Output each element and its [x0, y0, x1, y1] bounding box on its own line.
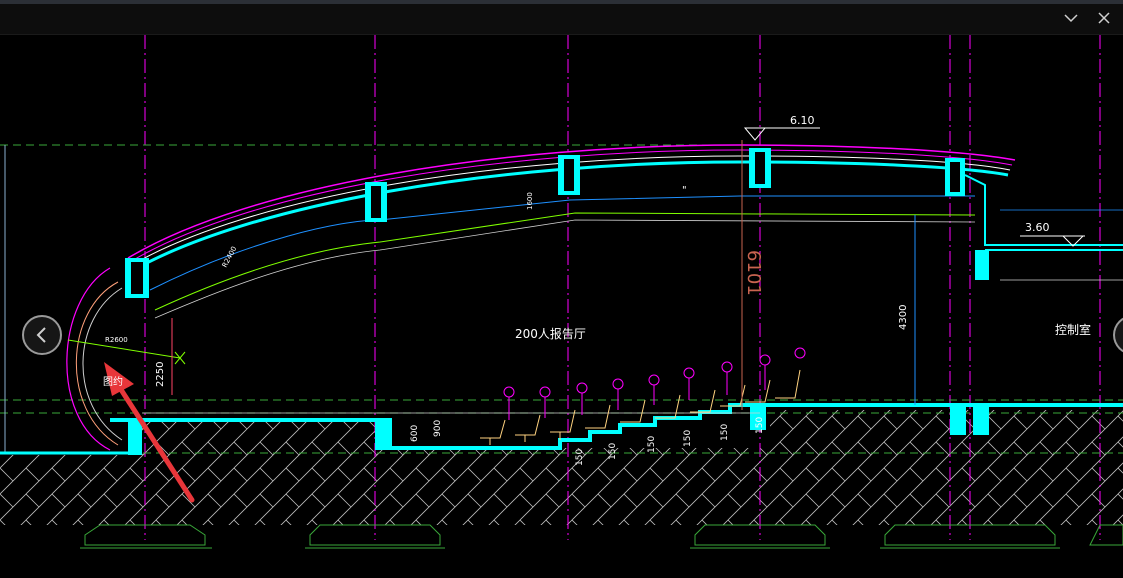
window-title-bar: [0, 0, 1123, 35]
control-room-label: 控制室: [1055, 322, 1091, 337]
elevation-right-label: 3.60: [1025, 221, 1050, 234]
dim-2250-label: 2250: [155, 362, 166, 387]
quote-mark: ": [682, 185, 687, 196]
dim-6101-label: 6101: [743, 250, 764, 296]
elevation-marker-top: [743, 127, 820, 141]
elevation-top-label: 6.10: [790, 114, 815, 127]
step-dim-6: 150: [755, 417, 765, 434]
step-dim-3: 150: [647, 436, 657, 453]
small-label-1: 图约: [103, 375, 123, 388]
left-frame: [4, 145, 110, 453]
dim-roof-1-label: 1600: [526, 192, 534, 210]
dim-r2600-label: R2600: [105, 336, 128, 344]
dim-600-label: 600: [410, 425, 420, 442]
dim-4300-label: 4300: [898, 305, 909, 330]
close-icon[interactable]: [1093, 8, 1115, 28]
title-strip: [0, 0, 1123, 4]
step-dim-1: 150: [575, 449, 585, 466]
step-dim-4: 150: [683, 430, 693, 447]
step-dim-2: 150: [608, 443, 618, 460]
step-dim-5: 150: [720, 424, 730, 441]
chevron-down-icon[interactable]: [1060, 8, 1082, 28]
roof-structure: [125, 144, 1123, 319]
cad-drawing-canvas[interactable]: 6.10 3.60 200人报告厅 控制室 图约 " 4300 2250 600…: [0, 35, 1123, 574]
hall-label: 200人报告厅: [515, 326, 586, 341]
foundations: [80, 524, 1123, 549]
dim-900-label: 900: [433, 420, 443, 437]
chevron-left-icon[interactable]: [22, 315, 62, 355]
